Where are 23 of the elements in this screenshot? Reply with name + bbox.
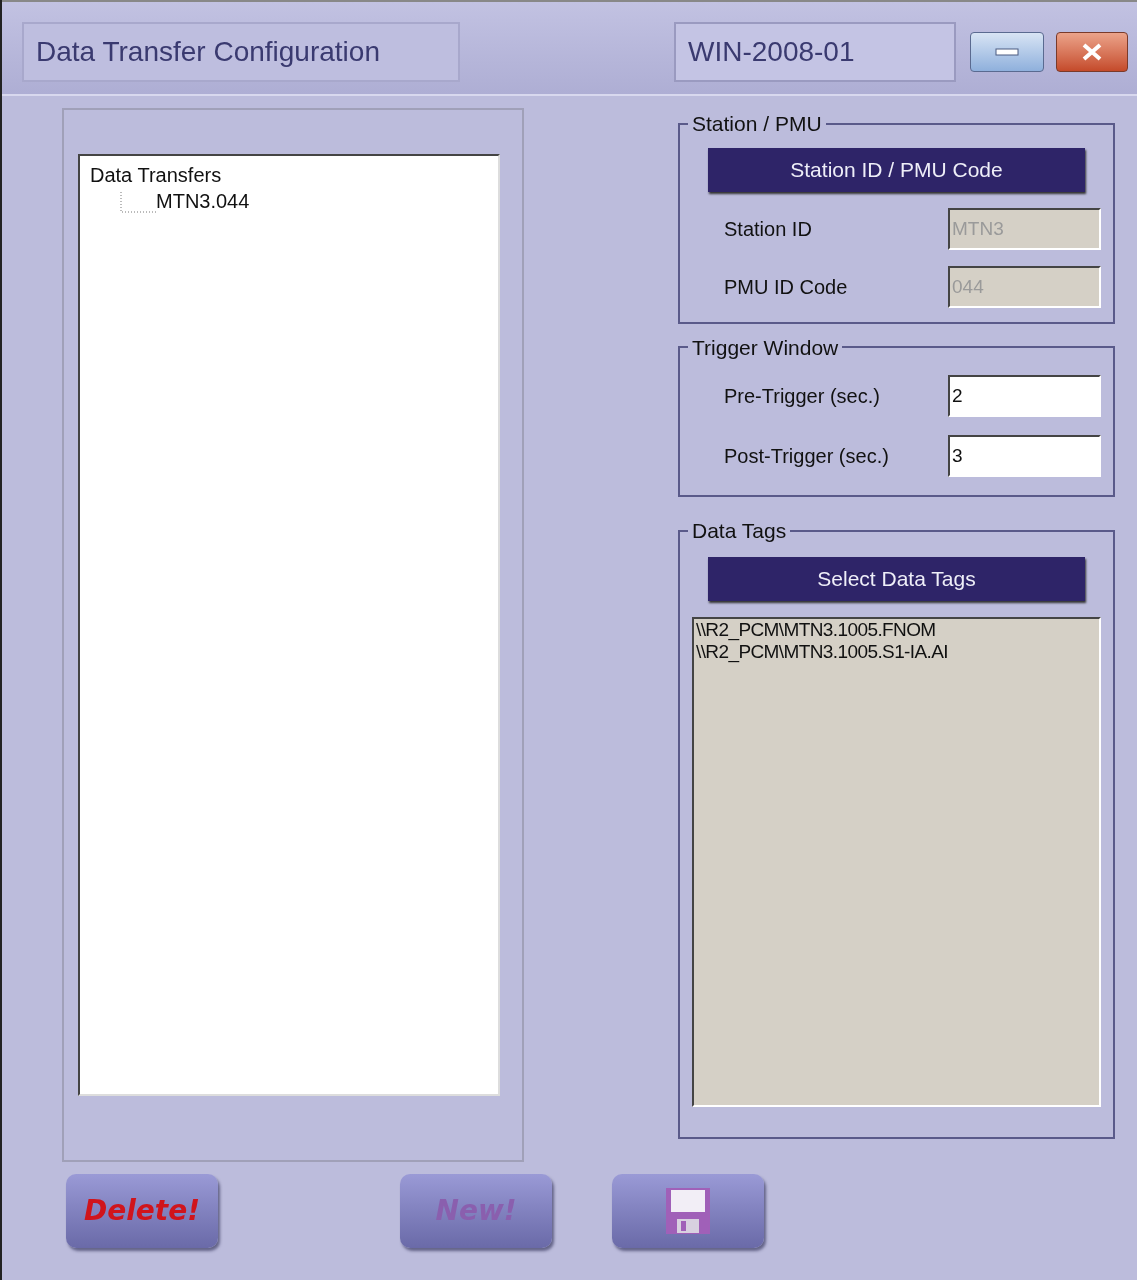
station-pmu-code-button[interactable]: Station ID / PMU Code (708, 147, 1085, 192)
field-label: Post-Trigger (sec.) (724, 444, 889, 469)
list-item[interactable]: \\R2_PCM\MTN3.1005.FNOM (696, 618, 936, 641)
host-name: WIN-2008-01 (674, 22, 956, 82)
close-button[interactable] (1056, 32, 1128, 72)
field-label: Station ID (724, 216, 812, 242)
list-item[interactable]: \\R2_PCM\MTN3.1005.S1-IA.AI (696, 640, 948, 663)
minimize-button[interactable] (970, 32, 1044, 72)
group-title: Data Tags (692, 519, 787, 542)
group-title: Trigger Window (692, 335, 839, 359)
select-data-tags-button[interactable]: Select Data Tags (708, 556, 1085, 601)
input-field[interactable]: 2 (948, 375, 1101, 417)
field-label: Pre-Trigger (sec.) (724, 384, 880, 409)
minimize-icon (995, 48, 1019, 56)
tree-item[interactable]: MTN3.044 (156, 188, 250, 214)
tree-item[interactable]: Data Transfers (90, 162, 222, 188)
tree-connector (120, 192, 156, 214)
close-icon (1081, 43, 1103, 61)
input-field[interactable]: 3 (948, 435, 1101, 477)
field-label: PMU ID Code (724, 274, 848, 300)
window-title: Data Transfer Configuration (22, 22, 460, 82)
save-button[interactable] (612, 1174, 764, 1248)
group-title: Station / PMU (692, 112, 822, 135)
